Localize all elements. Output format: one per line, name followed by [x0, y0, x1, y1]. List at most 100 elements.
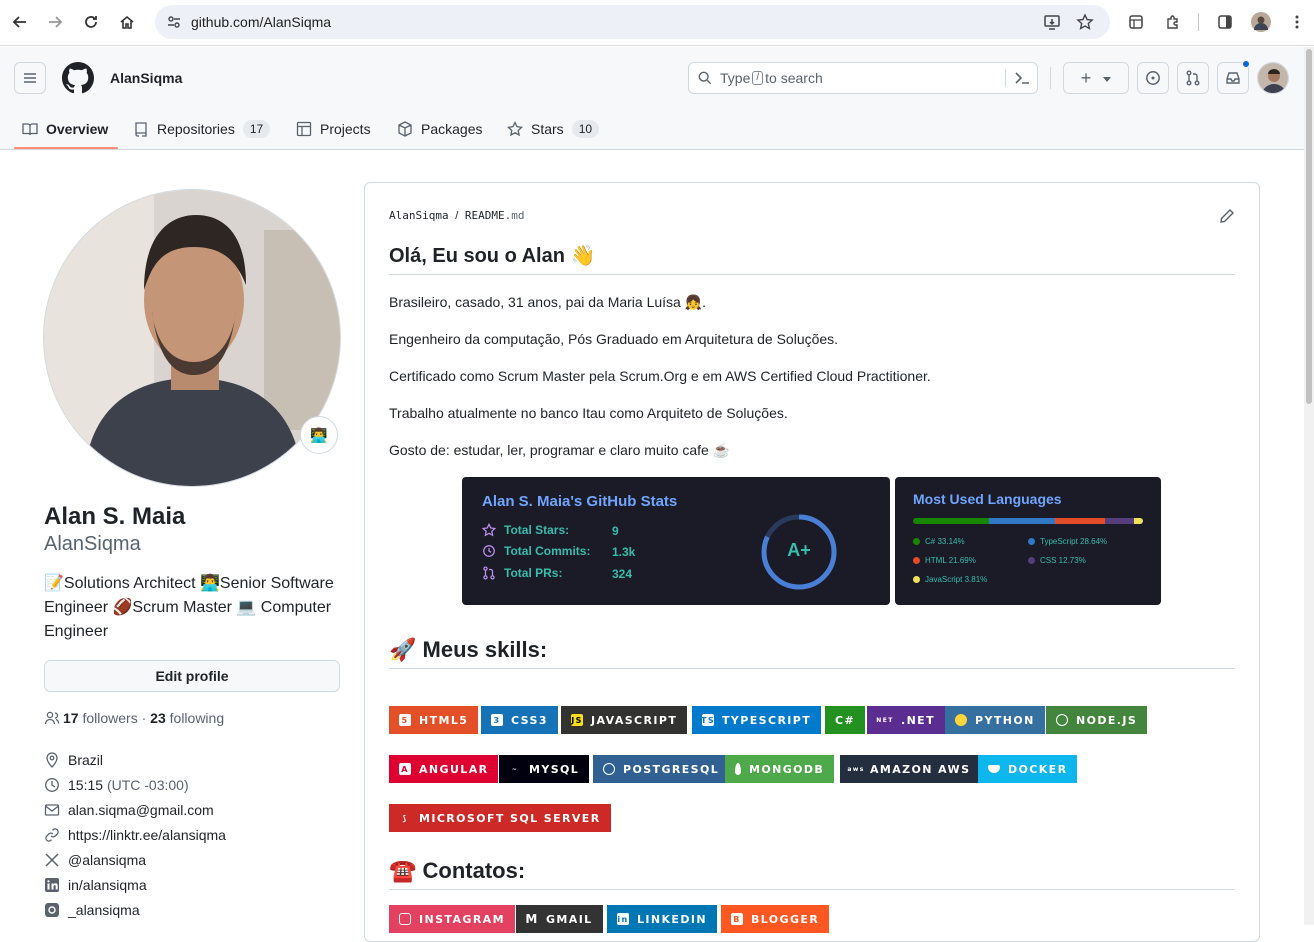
tab-search-icon[interactable] — [1123, 9, 1149, 35]
linkedin-link[interactable]: in/alansiqma — [68, 877, 147, 893]
issues-icon[interactable] — [1137, 62, 1169, 94]
readme-owner[interactable]: AlanSiqma — [389, 209, 449, 222]
browser-profile-avatar[interactable] — [1248, 9, 1274, 35]
badge-mysql[interactable]: ~ MYSQL — [499, 755, 590, 783]
linkedin-icon — [45, 878, 59, 892]
lang-dot-html — [913, 557, 920, 564]
install-app-icon[interactable] — [1043, 13, 1061, 36]
mail-icon — [44, 804, 60, 816]
github-logo-icon[interactable] — [62, 62, 94, 99]
pencil-edit-icon[interactable] — [1219, 208, 1235, 229]
side-panel-icon[interactable] — [1212, 9, 1238, 35]
following-label[interactable]: following — [170, 710, 224, 726]
badge-mssql-label: MICROSOFT SQL SERVER — [419, 811, 601, 825]
tab-repositories[interactable]: Repositories 17 — [133, 117, 271, 141]
scrollbar-thumb[interactable] — [1306, 49, 1312, 404]
tab-projects[interactable]: Projects — [296, 117, 371, 141]
email-link[interactable]: alan.siqma@gmail.com — [68, 802, 214, 818]
badge-instagram[interactable]: INSTAGRAM — [389, 905, 515, 933]
package-icon — [398, 121, 412, 137]
badge-nodejs[interactable]: NODE.JS — [1046, 706, 1148, 734]
command-palette-icon[interactable] — [1014, 71, 1030, 90]
badge-linkedin[interactable]: in LINKEDIN — [607, 905, 717, 933]
badge-gmail-label: GMAIL — [546, 912, 593, 926]
status-emoji[interactable]: 👨‍💻 — [300, 416, 338, 454]
badge-typescript-label: TYPESCRIPT — [722, 713, 812, 727]
badge-angular-label: ANGULAR — [419, 762, 489, 776]
stat-commits-value: 1.3k — [612, 545, 636, 559]
location-item: Brazil — [44, 750, 103, 770]
github-stats-card[interactable]: Alan S. Maia's GitHub Stats Total Stars:… — [462, 477, 890, 605]
badge-dotnet[interactable]: NET .NET — [867, 706, 946, 734]
title-divider — [389, 274, 1235, 275]
address-bar[interactable]: github.com/AlanSiqma — [155, 5, 1110, 39]
extensions-icon[interactable] — [1160, 9, 1186, 35]
twitter-link[interactable]: @alansiqma — [68, 852, 146, 868]
badge-postgresql[interactable]: POSTGRESQL — [593, 755, 730, 783]
website-link[interactable]: https://linktr.ee/alansiqma — [68, 827, 226, 843]
plus-icon: + — [1080, 67, 1092, 88]
bookmark-star-icon[interactable] — [1076, 13, 1094, 36]
badge-docker[interactable]: DOCKER — [978, 755, 1078, 783]
badge-typescript[interactable]: TS TYPESCRIPT — [692, 706, 822, 734]
readme-paragraph-4: Trabalho atualmente no banco Itau como A… — [389, 405, 788, 421]
pull-requests-icon[interactable] — [1177, 62, 1209, 94]
create-new-button[interactable]: + — [1063, 62, 1129, 94]
site-info-icon[interactable] — [167, 15, 181, 34]
home-icon[interactable] — [114, 9, 140, 35]
readme-paragraph-1: Brasileiro, casado, 31 anos, pai da Mari… — [389, 294, 707, 310]
badge-javascript[interactable]: JS JAVASCRIPT — [561, 706, 688, 734]
followers-label[interactable]: followers — [82, 710, 137, 726]
stars-count: 10 — [571, 120, 600, 138]
badge-html5[interactable]: 5 HTML5 — [389, 706, 479, 734]
badge-mssql[interactable]: ⟆ MICROSOFT SQL SERVER — [389, 804, 611, 832]
menu-hamburger-icon[interactable] — [14, 62, 46, 94]
profile-avatar[interactable] — [43, 189, 341, 487]
tab-overview[interactable]: Overview — [22, 117, 108, 141]
user-avatar[interactable] — [1257, 62, 1289, 94]
search-input[interactable]: Type / to search — [688, 62, 1038, 94]
tab-packages-label: Packages — [421, 121, 483, 137]
badge-css3[interactable]: 3 CSS3 — [481, 706, 558, 734]
instagram-link[interactable]: _alansiqma — [68, 902, 140, 918]
follow-stats: 17 followers · 23 following — [44, 710, 224, 726]
header-username[interactable]: AlanSiqma — [110, 70, 182, 86]
tab-repositories-label: Repositories — [157, 121, 235, 137]
local-time-item: 15:15 (UTC -03:00) — [44, 775, 189, 795]
browser-menu-icon[interactable] — [1284, 9, 1310, 35]
forward-icon[interactable] — [42, 9, 68, 35]
top-languages-card[interactable]: Most Used Languages C# 33.14% TypeScript… — [895, 477, 1161, 605]
twitter-item: @alansiqma — [44, 850, 146, 870]
tab-packages[interactable]: Packages — [397, 117, 482, 141]
badge-mongodb[interactable]: MONGODB — [725, 755, 835, 783]
location-icon — [46, 752, 58, 768]
stat-history-icon — [483, 545, 495, 557]
url-text: github.com/AlanSiqma — [191, 14, 332, 30]
badge-csharp-label: C# — [835, 713, 856, 727]
languages-bar-segment-csharp — [913, 518, 990, 524]
languages-bar-segment-javascript — [1134, 518, 1143, 524]
badge-aws[interactable]: aws AMAZON AWS — [840, 755, 981, 783]
edit-profile-button[interactable]: Edit profile — [44, 660, 340, 692]
readme-path: AlanSiqma / README.md — [389, 209, 525, 222]
tab-stars[interactable]: Stars 10 — [507, 117, 600, 141]
badge-gmail[interactable]: M GMAIL — [516, 905, 603, 933]
website-item: https://linktr.ee/alansiqma — [44, 825, 226, 845]
table-icon — [296, 121, 312, 137]
badge-python[interactable]: PYTHON — [945, 706, 1045, 734]
badge-instagram-label: INSTAGRAM — [419, 912, 505, 926]
badge-python-label: PYTHON — [975, 713, 1035, 727]
toolbar-divider — [1198, 13, 1199, 31]
back-icon[interactable] — [7, 9, 33, 35]
badge-angular[interactable]: A ANGULAR — [389, 755, 499, 783]
followers-count[interactable]: 17 — [63, 710, 79, 726]
following-count[interactable]: 23 — [150, 710, 166, 726]
badge-blogger[interactable]: B BLOGGER — [721, 905, 830, 933]
lang-label-csharp: C# 33.14% — [925, 537, 965, 546]
page-scrollbar[interactable] — [1304, 47, 1314, 925]
notification-dot — [1242, 60, 1250, 68]
reload-icon[interactable] — [78, 9, 104, 35]
skills-heading: 🚀 Meus skills: — [389, 637, 548, 662]
search-placeholder-post: to search — [765, 70, 823, 86]
badge-csharp[interactable]: C# — [825, 706, 866, 734]
